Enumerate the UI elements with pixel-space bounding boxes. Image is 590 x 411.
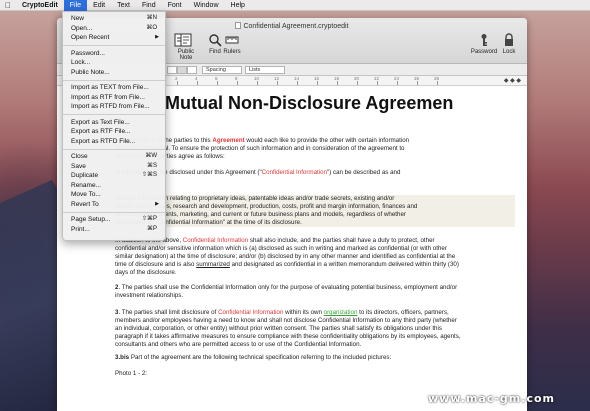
menu-item-move-to[interactable]: Move To... xyxy=(63,190,165,200)
document-title: Mutual Non-Disclosure Agreemen xyxy=(165,93,454,113)
menu-edit[interactable]: Edit xyxy=(87,0,111,11)
menu-font[interactable]: Font xyxy=(162,0,188,11)
menu-item-public-note[interactable]: Public Note... xyxy=(63,68,165,78)
menu-item-lock[interactable]: Lock... xyxy=(63,58,165,68)
spacing-select[interactable]: Spacing xyxy=(202,66,242,74)
paragraph-3bis: 3.bis Part of the agreement are the foll… xyxy=(115,354,392,361)
paragraph-intro: nd agreed to that the parties to this Ag… xyxy=(115,137,410,160)
menu-file[interactable]: File xyxy=(63,0,88,11)
paragraph-3: 3. The parties shall limit disclosure of… xyxy=(115,309,461,348)
menu-item-import-rtfd[interactable]: Import as RTFD from File... xyxy=(63,102,165,112)
key-icon xyxy=(481,34,487,46)
paragraph-additional: In addition to the above, Confidential I… xyxy=(115,237,459,276)
submenu-arrow-icon: ▶ xyxy=(155,200,159,207)
watermark-text: www.mac-gm.com xyxy=(428,392,555,405)
align-center-button[interactable] xyxy=(177,66,187,74)
paragraph-shaded: usiness information relating to propriet… xyxy=(115,195,515,227)
menu-item-duplicate[interactable]: Duplicate ⇧⌘S xyxy=(63,171,165,181)
toolbar-lock-button[interactable]: Lock xyxy=(494,33,524,55)
paragraph-2: 2. The parties shall use the Confidentia… xyxy=(115,284,458,299)
tab-stop-markers[interactable]: ◆ ◆ ◆ xyxy=(504,77,521,84)
menu-window[interactable]: Window xyxy=(188,0,225,11)
menu-separator xyxy=(63,79,165,81)
menu-item-export-rtfd[interactable]: Export as RTFD File... xyxy=(63,137,165,147)
menu-item-save[interactable]: Save ⌘S xyxy=(63,162,165,172)
menu-separator xyxy=(63,148,165,150)
menu-item-new[interactable]: New ⌘N xyxy=(63,14,165,24)
menu-separator xyxy=(63,114,165,115)
menu-item-page-setup[interactable]: Page Setup... ⇧⌘P xyxy=(63,215,165,225)
lists-select[interactable]: Lists xyxy=(245,66,285,74)
submenu-arrow-icon: ▶ xyxy=(155,34,159,40)
file-menu-dropdown: New ⌘N Open... ⌘O Open Recent ▶ Password...… xyxy=(62,11,166,241)
menu-item-import-rtf[interactable]: Import as RTF from File... xyxy=(63,93,165,103)
menu-bar:  CryptoEdit File Edit Text Find Font Wi… xyxy=(0,0,590,11)
menu-find[interactable]: Find xyxy=(136,0,162,11)
ruler-icon xyxy=(225,36,239,44)
menu-item-print[interactable]: Print... ⌘P xyxy=(63,225,165,235)
apple-icon[interactable]:  xyxy=(0,1,16,10)
menu-text[interactable]: Text xyxy=(111,0,136,11)
menu-item-export-rtf[interactable]: Export as RTF File... xyxy=(63,127,165,137)
menu-item-rename[interactable]: Rename... xyxy=(63,181,165,191)
paragraph-1: al information to be disclosed under thi… xyxy=(115,169,401,176)
menu-item-open[interactable]: Open... ⌘O xyxy=(63,24,165,34)
menu-app-name[interactable]: CryptoEdit xyxy=(16,0,64,11)
menu-separator xyxy=(63,45,165,46)
paragraph-photo: Photo 1 - 2: xyxy=(115,370,147,377)
align-left-button[interactable] xyxy=(167,66,177,74)
menu-item-open-recent[interactable]: Open Recent ▶ xyxy=(63,33,165,43)
menu-help[interactable]: Help xyxy=(225,0,251,11)
menu-item-close[interactable]: Close ⌘W xyxy=(63,152,165,162)
menu-item-revert-to[interactable]: Revert To ▶ xyxy=(63,200,165,210)
menu-separator xyxy=(63,211,165,213)
menu-item-export-text[interactable]: Export as Text File... xyxy=(63,118,165,128)
menu-item-password[interactable]: Password... xyxy=(63,49,165,59)
note-icon xyxy=(180,33,192,47)
align-right-button[interactable] xyxy=(187,66,197,74)
document-icon xyxy=(235,22,242,29)
toolbar-public-note-button[interactable]: Public Note xyxy=(171,33,201,61)
menu-item-import-text[interactable]: Import as TEXT from File... xyxy=(63,83,165,93)
lock-icon xyxy=(505,33,513,46)
toolbar-rulers-button[interactable]: Rulers xyxy=(217,33,247,55)
